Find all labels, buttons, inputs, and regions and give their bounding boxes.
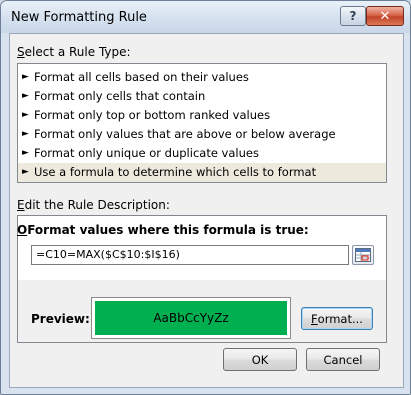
rule-type-label: Format only values that are above or bel…	[34, 127, 336, 141]
rule-type-item[interactable]: ► Format only unique or duplicate values	[18, 144, 386, 163]
preview-label: Preview:	[31, 312, 90, 326]
bullet-arrow-icon: ►	[22, 72, 29, 82]
rule-type-heading: Select a Rule Type:	[17, 45, 131, 59]
rule-type-label: Format only top or bottom ranked values	[34, 108, 271, 122]
rule-type-item-selected[interactable]: ► Use a formula to determine which cells…	[18, 163, 386, 182]
format-button[interactable]: Format...	[301, 307, 373, 330]
dialog-title: New Formatting Rule	[11, 10, 147, 25]
rule-type-item[interactable]: ► Format all cells based on their values	[18, 68, 386, 87]
help-icon: ?	[349, 9, 357, 23]
help-button[interactable]: ?	[340, 6, 366, 26]
rule-type-label: Format only cells that contain	[34, 89, 206, 103]
title-bar[interactable]: New Formatting Rule ? ✕	[1, 1, 410, 33]
cancel-button[interactable]: Cancel	[306, 348, 380, 371]
ok-button[interactable]: OK	[223, 348, 297, 371]
rule-type-item[interactable]: ► Format only values that are above or b…	[18, 125, 386, 144]
range-select-icon	[355, 248, 371, 262]
new-formatting-rule-dialog: New Formatting Rule ? ✕ Select a Rule Ty…	[0, 0, 411, 395]
rule-type-label: Use a formula to determine which cells t…	[34, 165, 317, 179]
bullet-arrow-icon: ►	[22, 148, 29, 158]
bullet-arrow-icon: ►	[22, 167, 29, 177]
collapse-dialog-button[interactable]	[352, 245, 374, 265]
rule-type-item[interactable]: ► Format only top or bottom ranked value…	[18, 106, 386, 125]
bullet-arrow-icon: ►	[22, 91, 29, 101]
preview-box: AaBbCcYyZz	[91, 297, 291, 339]
formula-heading: OFormat values where this formula is tru…	[17, 223, 309, 237]
preview-sample-text: AaBbCcYyZz	[153, 311, 229, 325]
rule-type-label: Format all cells based on their values	[34, 70, 249, 84]
formula-input[interactable]: =C10=MAX($C$10:$I$16)	[31, 245, 349, 265]
rule-type-label: Format only unique or duplicate values	[34, 146, 259, 160]
rule-type-item[interactable]: ► Format only cells that contain	[18, 87, 386, 106]
rule-description-heading: Edit the Rule Description:	[17, 198, 170, 212]
bullet-arrow-icon: ►	[22, 110, 29, 120]
bullet-arrow-icon: ►	[22, 129, 29, 139]
close-icon: ✕	[379, 8, 391, 24]
rule-type-list[interactable]: ► Format all cells based on their values…	[17, 63, 387, 183]
close-button[interactable]: ✕	[366, 6, 404, 26]
preview-sample: AaBbCcYyZz	[95, 301, 287, 335]
